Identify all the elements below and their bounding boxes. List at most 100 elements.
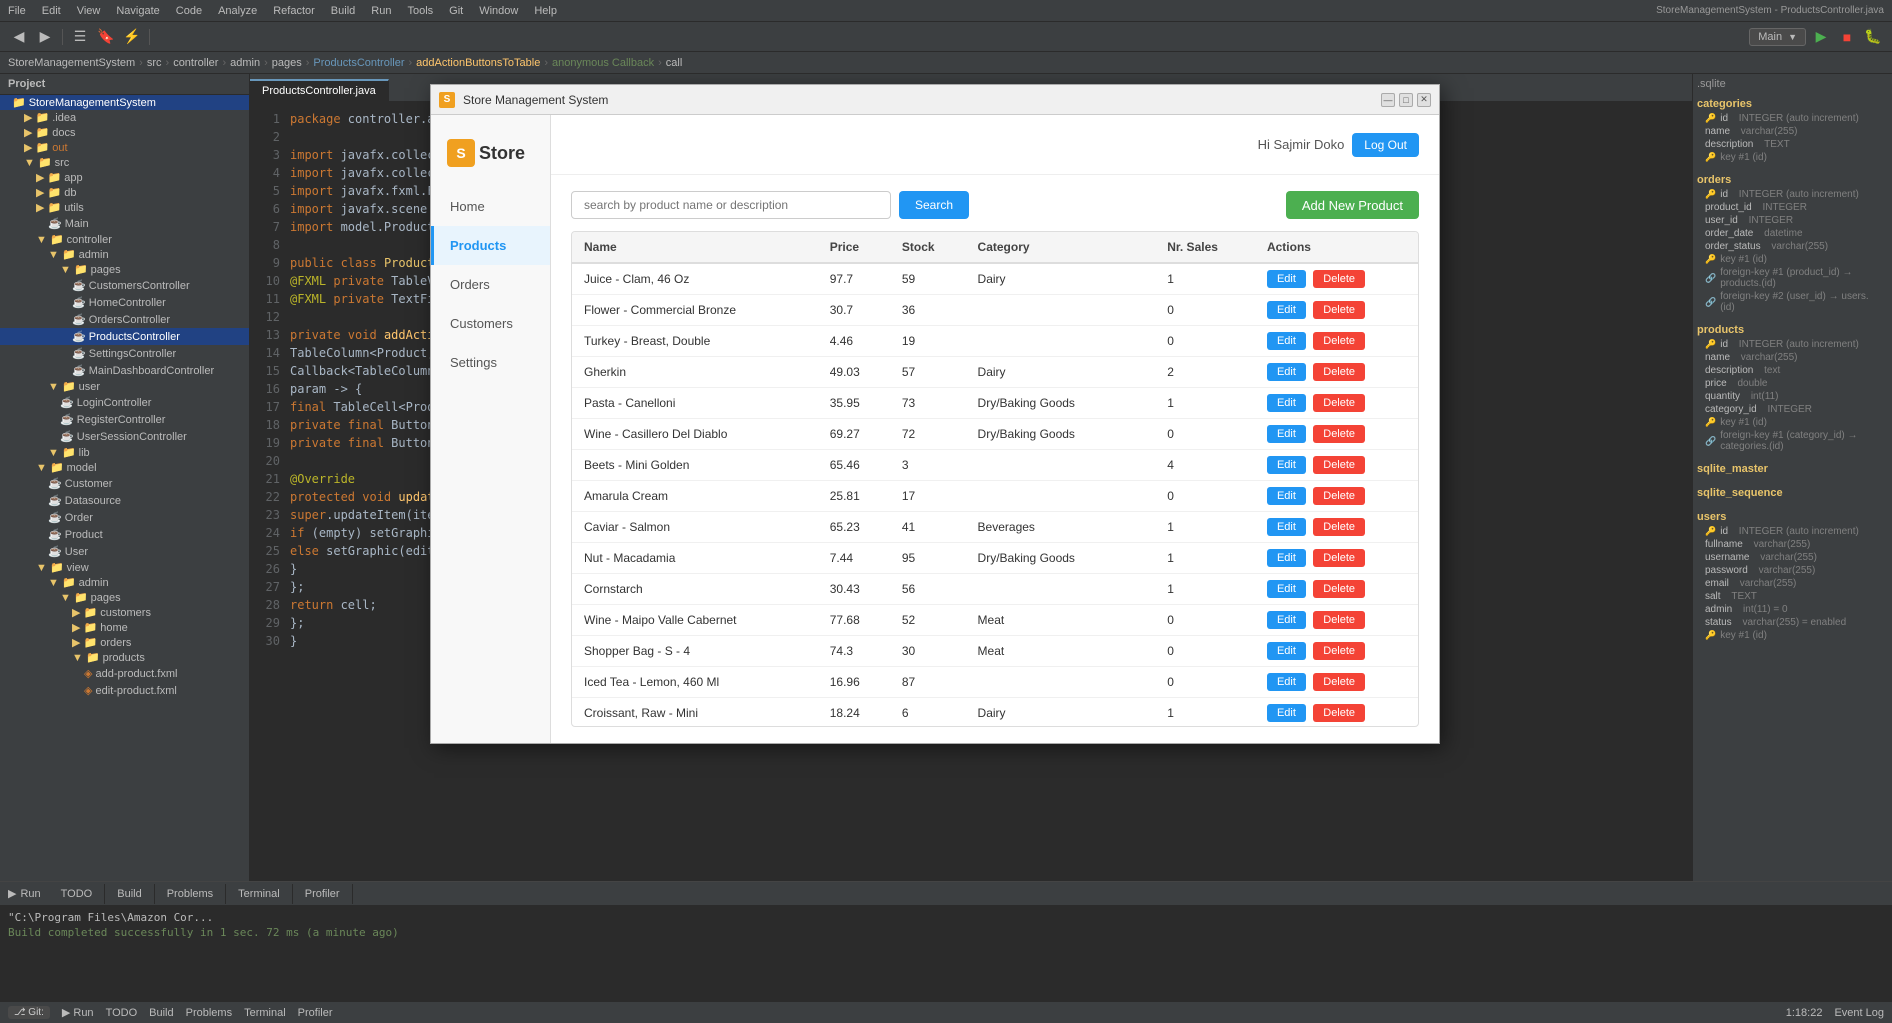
- edit-button[interactable]: Edit: [1267, 363, 1306, 381]
- search-input[interactable]: [571, 191, 891, 219]
- tree-item-home-view[interactable]: ▶ 📁 home: [0, 620, 249, 635]
- tab-terminal[interactable]: Terminal: [226, 884, 293, 904]
- menu-git[interactable]: Git: [449, 5, 463, 17]
- edit-button[interactable]: Edit: [1267, 642, 1306, 660]
- menu-tools[interactable]: Tools: [407, 5, 433, 17]
- delete-button[interactable]: Delete: [1313, 704, 1365, 722]
- run-config-selector[interactable]: Main ▼: [1749, 28, 1806, 46]
- problems-status[interactable]: Problems: [186, 1007, 232, 1019]
- delete-button[interactable]: Delete: [1313, 332, 1365, 350]
- tree-item-customers-view[interactable]: ▶ 📁 customers: [0, 605, 249, 620]
- tree-item-pages-ctrl[interactable]: ▼ 📁 pages: [0, 262, 249, 277]
- toolbar-bookmark-btn[interactable]: 🔖: [95, 26, 117, 48]
- tree-item-user-model[interactable]: ☕ User: [0, 543, 249, 560]
- menu-window[interactable]: Window: [479, 5, 518, 17]
- delete-button[interactable]: Delete: [1313, 580, 1365, 598]
- toolbar-structure-btn[interactable]: ☰: [69, 26, 91, 48]
- delete-button[interactable]: Delete: [1313, 642, 1365, 660]
- breadcrumb-products-controller[interactable]: ProductsController: [313, 57, 404, 69]
- tree-item-login-ctrl[interactable]: ☕ LoginController: [0, 394, 249, 411]
- toolbar-format-btn[interactable]: ⚡: [121, 26, 143, 48]
- tree-item-customer-model[interactable]: ☕ Customer: [0, 475, 249, 492]
- menu-file[interactable]: File: [8, 5, 26, 17]
- logout-button[interactable]: Log Out: [1352, 133, 1419, 157]
- tree-item-db[interactable]: ▶ 📁 db: [0, 185, 249, 200]
- menu-edit[interactable]: Edit: [42, 5, 61, 17]
- tree-item-main[interactable]: ☕ Main: [0, 215, 249, 232]
- breadcrumb-pages[interactable]: pages: [272, 57, 302, 69]
- edit-button[interactable]: Edit: [1267, 487, 1306, 505]
- tree-item-orders-ctrl[interactable]: ☕ OrdersController: [0, 311, 249, 328]
- tree-item-out[interactable]: ▶ 📁 out: [0, 140, 249, 155]
- event-log-status[interactable]: Event Log: [1834, 1007, 1884, 1019]
- edit-button[interactable]: Edit: [1267, 425, 1306, 443]
- edit-button[interactable]: Edit: [1267, 456, 1306, 474]
- edit-button[interactable]: Edit: [1267, 301, 1306, 319]
- tree-item-idea[interactable]: ▶ 📁 .idea: [0, 110, 249, 125]
- tree-item-storemagementsystem[interactable]: 📁 StoreManagementSystem: [0, 95, 249, 110]
- terminal-status[interactable]: Terminal: [244, 1007, 286, 1019]
- tree-item-model[interactable]: ▼ 📁 model: [0, 460, 249, 475]
- menu-run[interactable]: Run: [371, 5, 391, 17]
- delete-button[interactable]: Delete: [1313, 425, 1365, 443]
- nav-item-settings[interactable]: Settings: [431, 343, 550, 382]
- add-new-product-button[interactable]: Add New Product: [1286, 191, 1419, 219]
- menu-navigate[interactable]: Navigate: [116, 5, 159, 17]
- git-status[interactable]: ⎇ Git:: [8, 1006, 50, 1019]
- menu-refactor[interactable]: Refactor: [273, 5, 315, 17]
- delete-button[interactable]: Delete: [1313, 363, 1365, 381]
- toolbar-back-btn[interactable]: ◀: [8, 26, 30, 48]
- tree-item-user-ctrl[interactable]: ▼ 📁 user: [0, 379, 249, 394]
- toolbar-stop-btn[interactable]: ■: [1836, 26, 1858, 48]
- tree-item-controller[interactable]: ▼ 📁 controller: [0, 232, 249, 247]
- edit-button[interactable]: Edit: [1267, 332, 1306, 350]
- delete-button[interactable]: Delete: [1313, 301, 1365, 319]
- nav-item-home[interactable]: Home: [431, 187, 550, 226]
- search-button[interactable]: Search: [899, 191, 969, 219]
- tree-item-order-model[interactable]: ☕ Order: [0, 509, 249, 526]
- nav-item-customers[interactable]: Customers: [431, 304, 550, 343]
- toolbar-debug-btn[interactable]: 🐛: [1862, 26, 1884, 48]
- edit-button[interactable]: Edit: [1267, 580, 1306, 598]
- tree-item-admin-view[interactable]: ▼ 📁 admin: [0, 575, 249, 590]
- tree-item-maindash-ctrl[interactable]: ☕ MainDashboardController: [0, 362, 249, 379]
- delete-button[interactable]: Delete: [1313, 270, 1365, 288]
- profiler-status[interactable]: Profiler: [298, 1007, 333, 1019]
- menu-analyze[interactable]: Analyze: [218, 5, 257, 17]
- edit-button[interactable]: Edit: [1267, 673, 1306, 691]
- toolbar-run-btn[interactable]: ▶: [1810, 26, 1832, 48]
- tree-item-add-product-fxml[interactable]: ◈ add-product.fxml: [0, 665, 249, 682]
- tree-item-orders-view[interactable]: ▶ 📁 orders: [0, 635, 249, 650]
- tree-item-product-model[interactable]: ☕ Product: [0, 526, 249, 543]
- tree-item-app[interactable]: ▶ 📁 app: [0, 170, 249, 185]
- tab-problems[interactable]: Problems: [155, 884, 226, 904]
- menu-code[interactable]: Code: [176, 5, 202, 17]
- tree-item-home-ctrl[interactable]: ☕ HomeController: [0, 294, 249, 311]
- build-status[interactable]: Build: [149, 1007, 173, 1019]
- edit-button[interactable]: Edit: [1267, 518, 1306, 536]
- tab-build[interactable]: Build: [105, 884, 154, 904]
- tree-item-view[interactable]: ▼ 📁 view: [0, 560, 249, 575]
- window-maximize-btn[interactable]: □: [1399, 93, 1413, 107]
- breadcrumb-project[interactable]: StoreManagementSystem: [8, 57, 135, 69]
- tree-item-admin-ctrl[interactable]: ▼ 📁 admin: [0, 247, 249, 262]
- tab-profiler[interactable]: Profiler: [293, 884, 353, 904]
- tree-item-docs[interactable]: ▶ 📁 docs: [0, 125, 249, 140]
- tree-item-usersession-ctrl[interactable]: ☕ UserSessionController: [0, 428, 249, 445]
- tree-item-register-ctrl[interactable]: ☕ RegisterController: [0, 411, 249, 428]
- tree-item-settings-ctrl[interactable]: ☕ SettingsController: [0, 345, 249, 362]
- delete-button[interactable]: Delete: [1313, 611, 1365, 629]
- delete-button[interactable]: Delete: [1313, 394, 1365, 412]
- tree-item-lib[interactable]: ▼ 📁 lib: [0, 445, 249, 460]
- project-header[interactable]: Project: [0, 74, 249, 95]
- delete-button[interactable]: Delete: [1313, 487, 1365, 505]
- tree-item-pages-view[interactable]: ▼ 📁 pages: [0, 590, 249, 605]
- edit-button[interactable]: Edit: [1267, 611, 1306, 629]
- window-close-btn[interactable]: ✕: [1417, 93, 1431, 107]
- breadcrumb-method[interactable]: addActionButtonsToTable: [416, 57, 540, 69]
- breadcrumb-controller[interactable]: controller: [173, 57, 218, 69]
- tree-item-products-ctrl[interactable]: ☕ ProductsController: [0, 328, 249, 345]
- menu-view[interactable]: View: [77, 5, 101, 17]
- tree-item-datasource-model[interactable]: ☕ Datasource: [0, 492, 249, 509]
- tree-item-src[interactable]: ▼ 📁 src: [0, 155, 249, 170]
